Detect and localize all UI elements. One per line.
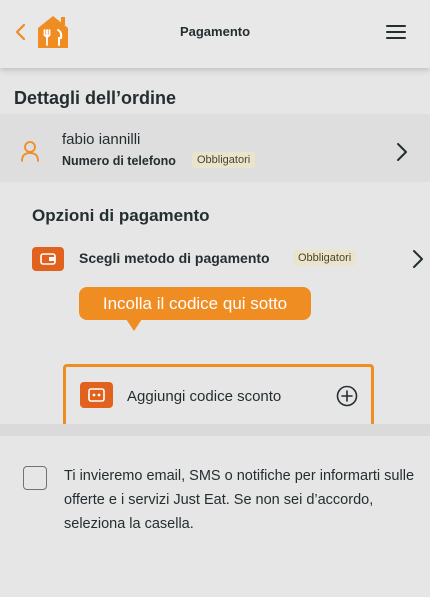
- paste-code-tooltip: Incolla il codice qui sotto: [79, 287, 311, 320]
- contact-name: fabio iannilli: [62, 131, 141, 148]
- required-badge: Obbligatori: [192, 152, 256, 168]
- voucher-icon: [80, 382, 113, 408]
- wallet-icon: [32, 247, 64, 271]
- top-bar: Pagamento: [0, 0, 430, 68]
- marketing-consent-text: Ti invieremo email, SMS o notifiche per …: [64, 468, 415, 532]
- choose-payment-method[interactable]: Scegli metodo di pagamento: [79, 250, 270, 266]
- marketing-opt-out-checkbox[interactable]: [23, 466, 47, 490]
- person-icon: [21, 141, 39, 162]
- page-title: Pagamento: [179, 24, 251, 39]
- phone-number-label: Numero di telefono: [62, 154, 176, 168]
- contact-details-row[interactable]: fabio iannilli Numero di telefono Obblig…: [0, 114, 430, 182]
- tooltip-arrow: [126, 319, 142, 331]
- chevron-right-icon[interactable]: [412, 249, 424, 269]
- payment-options-heading: Opzioni di pagamento: [32, 206, 210, 225]
- add-discount-code-button[interactable]: Aggiungi codice sconto: [63, 364, 374, 429]
- plus-circle-icon: [336, 385, 358, 407]
- section-divider: [0, 424, 430, 436]
- order-details-heading: Dettagli dell’ordine: [14, 88, 177, 108]
- required-badge: Obbligatori: [293, 250, 357, 266]
- add-discount-code-label: Aggiungi codice sconto: [127, 388, 282, 405]
- chevron-right-icon: [397, 143, 407, 161]
- hamburger-menu-icon[interactable]: [386, 24, 406, 40]
